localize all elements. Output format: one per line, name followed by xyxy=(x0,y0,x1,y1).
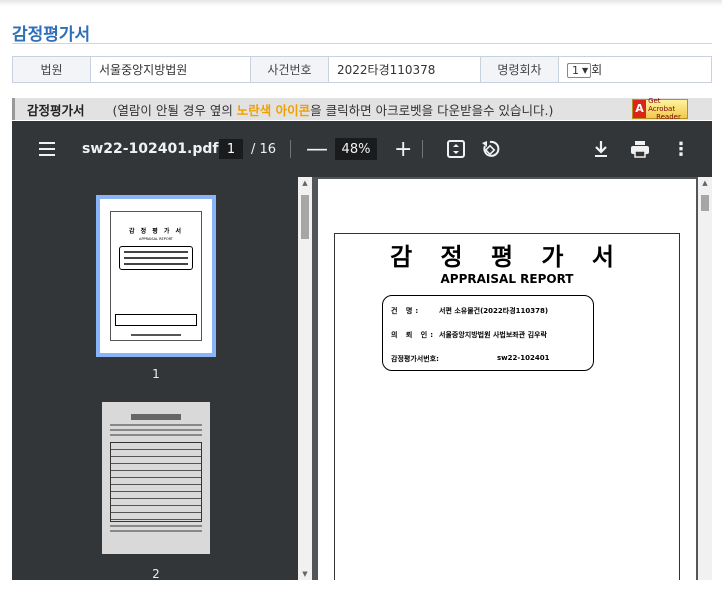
court-value: 서울중앙지방법원 xyxy=(90,56,251,83)
order-round-value: 1 xyxy=(572,64,579,77)
document-subtitle: APPRAISAL REPORT xyxy=(440,272,574,286)
info-row-client: 의 뢰 인: 서울중앙지방법원 사법보좌관 김우락 xyxy=(391,330,585,340)
zoom-input[interactable]: 48% xyxy=(335,138,377,160)
page-title: 감정평가서 xyxy=(12,25,91,45)
download-icon[interactable] xyxy=(592,121,610,177)
print-icon[interactable] xyxy=(630,121,650,177)
info-row-report-number: 감정평가서번호: sw22-102401 xyxy=(391,354,585,364)
zoom-level: 48% xyxy=(335,121,377,177)
thumbnail-page-content: 감 정 평 가 서 APPRAISAL REPORT xyxy=(110,211,202,341)
zoom-out-button[interactable]: — xyxy=(306,121,328,177)
thumb-notice-box xyxy=(115,314,197,326)
note-highlight: 노란색 아이콘 xyxy=(236,102,311,118)
thumbnail-sidebar: 감 정 평 가 서 APPRAISAL REPORT 1 2 xyxy=(12,177,312,580)
appraisal-bar: 감정평가서 (열람이 안될 경우 옆의 노란색 아이콘을 클릭하면 아크로벳을 … xyxy=(12,97,712,121)
main-scrollbar[interactable]: ▲ xyxy=(698,177,712,580)
info-value: 서편 소유물건(2022타경110378) xyxy=(439,307,549,315)
court-label: 법원 xyxy=(12,56,91,83)
toolbar-divider xyxy=(290,140,291,158)
thumb-footer xyxy=(131,334,181,336)
thumb-subtitle: APPRAISAL REPORT xyxy=(139,237,173,241)
info-key: 감정평가서번호: xyxy=(391,355,439,363)
zoom-in-button[interactable]: + xyxy=(394,121,412,177)
main-scroll-thumb[interactable] xyxy=(701,195,709,211)
order-round-label: 명령회차 xyxy=(480,56,559,83)
page-indicator: 1 / 16 xyxy=(219,121,276,177)
adobe-logo-icon: A xyxy=(633,100,647,118)
note-text-after: 을 클릭하면 아크로벳을 다운받을수 있습니다.) xyxy=(310,102,554,118)
info-key: 의 뢰 인: xyxy=(391,331,436,339)
info-value: 서울중앙지방법원 사법보좌관 김우락 xyxy=(439,331,547,339)
case-info-table: 법원 서울중앙지방법원 사건번호 2022타경110378 명령회차 1 ▼ 회 xyxy=(12,56,712,83)
info-key: 건 명: xyxy=(391,307,422,315)
menu-icon[interactable] xyxy=(38,121,56,177)
acrobat-line1: Get Acrobat xyxy=(648,97,676,113)
info-row-case: 건 명: 서편 소유물건(2022타경110378) xyxy=(391,306,585,316)
pdf-page: 감 정 평 가 서 APPRAISAL REPORT 건 명: 서편 소유물건(… xyxy=(318,179,696,580)
scroll-up-icon[interactable]: ▲ xyxy=(698,179,712,187)
scroll-up-icon[interactable]: ▲ xyxy=(298,179,312,187)
order-round-cell: 1 ▼ 회 xyxy=(558,56,712,83)
document-title: 감 정 평 가 서 xyxy=(390,243,624,271)
info-value: sw22-102401 xyxy=(497,354,550,362)
toolbar-divider xyxy=(422,140,423,158)
title-divider xyxy=(12,43,712,44)
fit-to-page-icon[interactable] xyxy=(446,121,466,177)
note-text-before: (열람이 안될 경우 옆의 xyxy=(112,102,237,118)
page-number-input[interactable]: 1 xyxy=(219,139,243,159)
case-number-label: 사건번호 xyxy=(250,56,329,83)
pdf-toolbar: sw22-102401.pdf 1 / 16 — 48% + ⋮ xyxy=(12,121,712,177)
chevron-down-icon: ▼ xyxy=(582,66,589,75)
acrobat-note: (열람이 안될 경우 옆의 노란색 아이콘을 클릭하면 아크로벳을 다운받을수 … xyxy=(113,100,554,119)
page-thumbnail-1[interactable]: 감 정 평 가 서 APPRAISAL REPORT xyxy=(96,195,216,357)
case-number-value: 2022타경110378 xyxy=(328,56,481,83)
acrobat-text: Get Acrobat Reader xyxy=(648,97,687,121)
page-thumbnail-2[interactable] xyxy=(102,402,210,554)
thumb-table xyxy=(110,442,202,522)
sidebar-scroll-thumb[interactable] xyxy=(301,195,309,239)
sidebar-scrollbar[interactable]: ▲ ▼ xyxy=(298,177,312,580)
pdf-filename: sw22-102401.pdf xyxy=(82,141,219,157)
scroll-down-icon[interactable]: ▼ xyxy=(298,570,312,578)
top-strip xyxy=(0,0,722,6)
pdf-viewer: sw22-102401.pdf 1 / 16 — 48% + ⋮ 감 정 평 가… xyxy=(12,121,712,580)
acrobat-line2: Reader xyxy=(656,113,681,121)
get-acrobat-reader-button[interactable]: A Get Acrobat Reader xyxy=(632,97,688,121)
thumb-info-box xyxy=(119,246,193,270)
appraisal-bar-title: 감정평가서 xyxy=(27,102,85,118)
document-info-box: 건 명: 서편 소유물건(2022타경110378) 의 뢰 인: 서울중앙지방… xyxy=(382,295,594,371)
more-options-icon[interactable]: ⋮ xyxy=(672,121,690,177)
page-total: / 16 xyxy=(251,141,277,157)
thumbnail-label-2: 2 xyxy=(152,567,160,580)
order-round-select[interactable]: 1 ▼ xyxy=(567,63,592,78)
rotate-icon[interactable] xyxy=(480,121,500,177)
thumbnail-label-1: 1 xyxy=(152,367,160,381)
thumb-title: 감 정 평 가 서 xyxy=(129,228,183,235)
order-round-suffix: 회 xyxy=(591,63,603,77)
